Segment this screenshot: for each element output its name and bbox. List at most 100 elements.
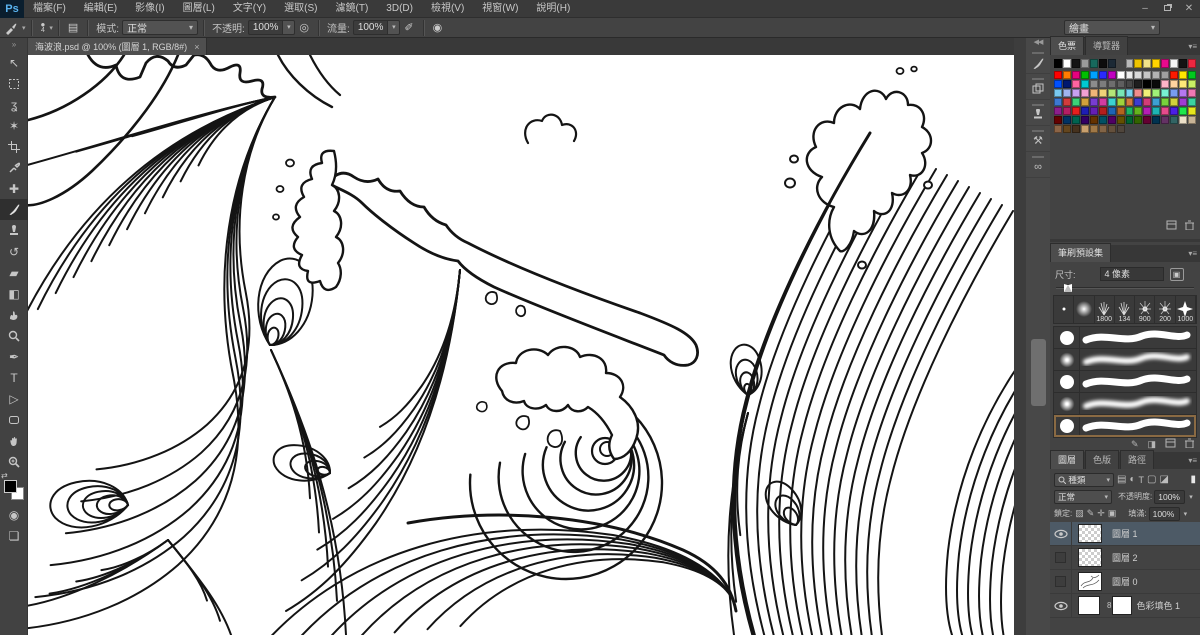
swatch[interactable] bbox=[1170, 116, 1178, 124]
swatch[interactable] bbox=[1117, 107, 1125, 115]
swatch[interactable] bbox=[1063, 71, 1071, 79]
swatch[interactable] bbox=[1108, 98, 1116, 106]
swatch[interactable] bbox=[1143, 89, 1151, 97]
swatch[interactable] bbox=[1143, 59, 1151, 68]
dock-brush-panel-icon[interactable] bbox=[1026, 48, 1050, 74]
panel-menu-icon[interactable]: ▾≡ bbox=[1188, 456, 1197, 465]
swatch[interactable] bbox=[1126, 59, 1134, 68]
quick-mask-button[interactable]: ◉ bbox=[0, 504, 28, 525]
canvas[interactable] bbox=[28, 55, 1014, 635]
opacity-value[interactable]: 100% bbox=[248, 20, 284, 35]
filter-type-icon[interactable]: T bbox=[1139, 475, 1145, 485]
flow-value[interactable]: 100% bbox=[353, 20, 389, 35]
swatch[interactable] bbox=[1188, 59, 1196, 68]
dodge-tool[interactable] bbox=[0, 325, 28, 346]
layer-name[interactable]: 圖層 1 bbox=[1112, 527, 1138, 540]
swatch[interactable] bbox=[1143, 71, 1151, 79]
filter-adjustment-icon[interactable]: ◐ bbox=[1129, 474, 1135, 485]
swatch[interactable] bbox=[1090, 59, 1098, 68]
brush-tool-preset-icon[interactable] bbox=[0, 21, 22, 35]
swatch[interactable] bbox=[1134, 89, 1142, 97]
swatch[interactable] bbox=[1170, 98, 1178, 106]
swatch[interactable] bbox=[1072, 59, 1080, 68]
swatch[interactable] bbox=[1081, 107, 1089, 115]
filter-shape-icon[interactable]: ▢ bbox=[1147, 474, 1156, 485]
tab-close-icon[interactable]: × bbox=[194, 42, 199, 52]
swatch[interactable] bbox=[1179, 98, 1187, 106]
lasso-tool[interactable]: ʓ bbox=[0, 94, 28, 115]
swatch[interactable] bbox=[1170, 80, 1178, 88]
swatch[interactable] bbox=[1081, 59, 1089, 68]
pen-tool[interactable]: ✒ bbox=[0, 346, 28, 367]
swatch[interactable] bbox=[1063, 98, 1071, 106]
layer-name[interactable]: 色彩填色 1 bbox=[1136, 599, 1180, 612]
opacity-caret[interactable]: ▾ bbox=[283, 20, 295, 35]
dock-tool-presets-icon[interactable] bbox=[1026, 100, 1050, 126]
menu-item-6[interactable]: 濾鏡(T) bbox=[327, 0, 378, 18]
swatch[interactable] bbox=[1081, 71, 1089, 79]
pressure-opacity-icon[interactable]: ◎ bbox=[295, 21, 313, 34]
swatch[interactable] bbox=[1117, 98, 1125, 106]
swatch[interactable] bbox=[1170, 71, 1178, 79]
swatch[interactable] bbox=[1099, 71, 1107, 79]
eraser-tool[interactable]: ▰ bbox=[0, 262, 28, 283]
swatch[interactable] bbox=[1126, 98, 1134, 106]
swatch[interactable] bbox=[1099, 59, 1107, 68]
swatch[interactable] bbox=[1152, 98, 1160, 106]
shape-tool[interactable] bbox=[0, 409, 28, 430]
toggle-brush-panel-icon[interactable]: ▤ bbox=[64, 21, 82, 34]
brush-preset-row[interactable] bbox=[1054, 393, 1196, 415]
pressure-size-icon[interactable]: ◉ bbox=[429, 21, 447, 34]
open-preset-manager-icon[interactable]: ◨ bbox=[1147, 439, 1156, 450]
tab-brush-presets[interactable]: 筆刷預設集 bbox=[1050, 243, 1111, 262]
swatch[interactable] bbox=[1054, 107, 1062, 115]
foreground-color[interactable] bbox=[4, 480, 17, 493]
layer-row-1[interactable]: 圖層 2 bbox=[1050, 546, 1200, 570]
swatch[interactable] bbox=[1134, 98, 1142, 106]
layer-name[interactable]: 圖層 2 bbox=[1112, 551, 1138, 564]
layer-filter-select[interactable]: 種類▾ bbox=[1054, 473, 1114, 487]
tab-swatches[interactable]: 色票 bbox=[1050, 36, 1084, 55]
swatch[interactable] bbox=[1179, 89, 1187, 97]
swatch[interactable] bbox=[1117, 125, 1125, 133]
swatch[interactable] bbox=[1134, 59, 1142, 68]
swatch[interactable] bbox=[1188, 98, 1196, 106]
document-tab[interactable]: 海波浪.psd @ 100% (圖層 1, RGB/8#) × bbox=[28, 38, 207, 55]
swatch[interactable] bbox=[1161, 80, 1169, 88]
swatch[interactable] bbox=[1179, 107, 1187, 115]
swatch[interactable] bbox=[1072, 80, 1080, 88]
layer-thumbnail[interactable] bbox=[1078, 572, 1102, 591]
swatch[interactable] bbox=[1072, 89, 1080, 97]
brush-preset-row[interactable] bbox=[1054, 327, 1196, 349]
airbrush-icon[interactable]: ✐ bbox=[400, 21, 417, 34]
dock-adjustments-icon[interactable]: ⚒ bbox=[1026, 126, 1050, 152]
brush-tip-fuzz2[interactable]: 200 bbox=[1155, 296, 1175, 323]
fill-thumbnail[interactable] bbox=[1078, 596, 1100, 615]
swatch[interactable] bbox=[1188, 116, 1196, 124]
opacity-caret[interactable]: ▾ bbox=[1189, 493, 1193, 501]
swatch[interactable] bbox=[1090, 98, 1098, 106]
gradient-tool[interactable]: ◧ bbox=[0, 283, 28, 304]
swatch[interactable] bbox=[1152, 107, 1160, 115]
brush-preset-row[interactable] bbox=[1054, 415, 1196, 437]
menu-item-0[interactable]: 檔案(F) bbox=[24, 0, 75, 18]
swatch[interactable] bbox=[1117, 80, 1125, 88]
swatch[interactable] bbox=[1090, 89, 1098, 97]
brush-preview-widget[interactable]: ●4 bbox=[37, 22, 50, 34]
swatch[interactable] bbox=[1099, 107, 1107, 115]
swatch[interactable] bbox=[1072, 116, 1080, 124]
swatch[interactable] bbox=[1099, 89, 1107, 97]
restore-button[interactable] bbox=[1156, 1, 1178, 17]
marquee-tool[interactable] bbox=[0, 73, 28, 94]
swatch[interactable] bbox=[1152, 116, 1160, 124]
panel-menu-icon[interactable]: ▾≡ bbox=[1188, 249, 1197, 258]
swatch[interactable] bbox=[1081, 80, 1089, 88]
swatch[interactable] bbox=[1126, 71, 1134, 79]
swatch[interactable] bbox=[1170, 107, 1178, 115]
swatch[interactable] bbox=[1117, 71, 1125, 79]
swatch[interactable] bbox=[1126, 116, 1134, 124]
brush-tip-dot[interactable] bbox=[1054, 296, 1074, 323]
swatch[interactable] bbox=[1081, 98, 1089, 106]
swatch[interactable] bbox=[1090, 80, 1098, 88]
swatch[interactable] bbox=[1152, 59, 1160, 68]
